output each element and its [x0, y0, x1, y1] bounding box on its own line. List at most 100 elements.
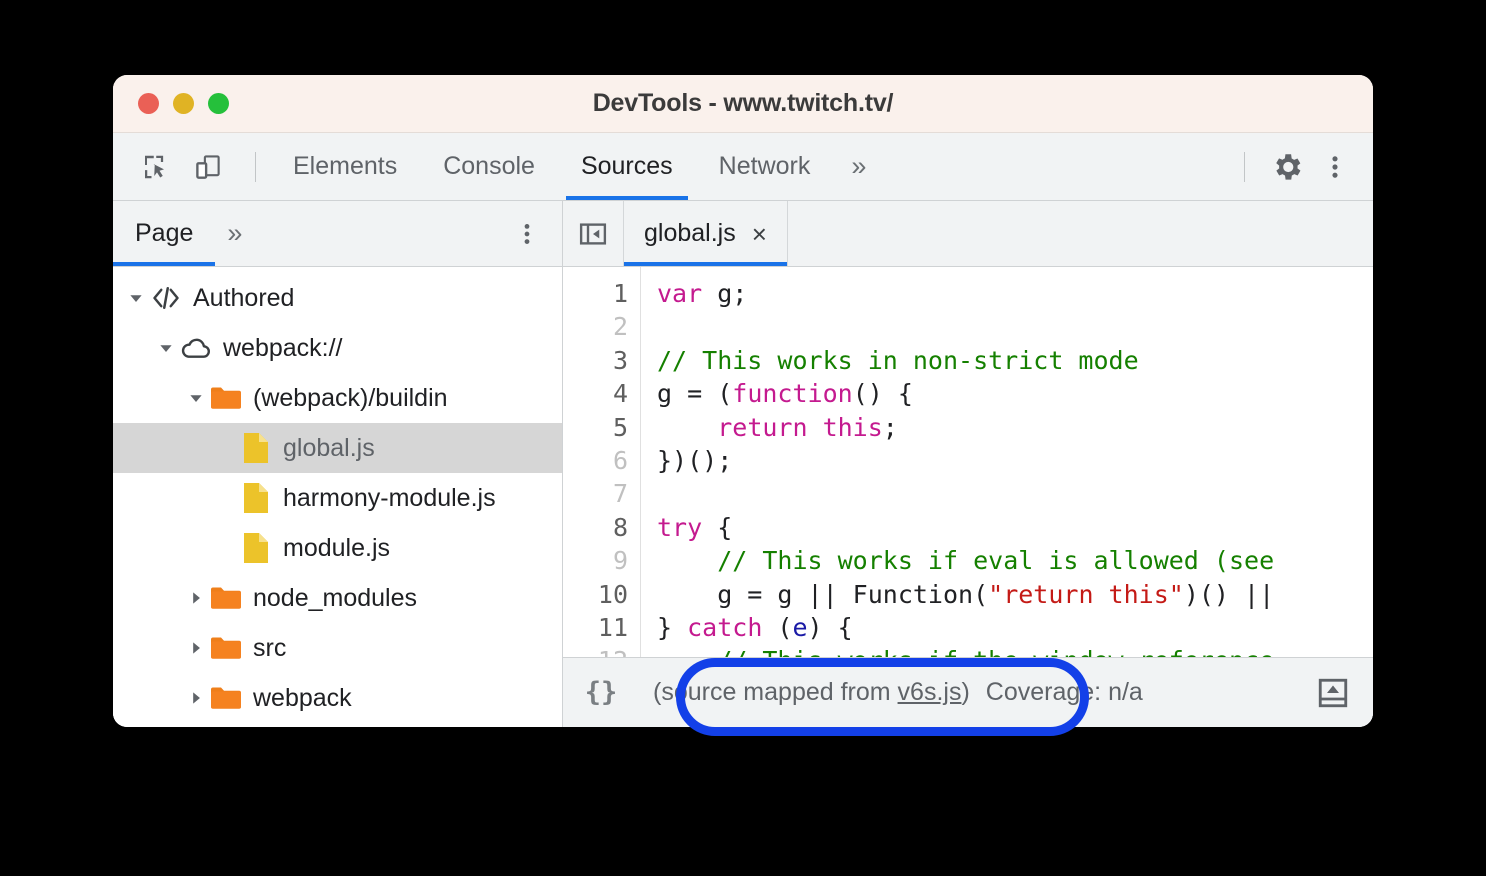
- editor-tabbar: global.js ×: [563, 201, 1373, 267]
- code-token: g = (: [657, 379, 733, 409]
- kebab-menu-icon[interactable]: [1315, 147, 1355, 187]
- tree-item-label: module.js: [283, 533, 390, 562]
- source-mapped-status: (source mapped from v6s.js): [639, 678, 970, 707]
- code-token: // This works in non-strict mode: [657, 345, 1139, 375]
- navigator-kebab-icon[interactable]: [514, 201, 540, 266]
- code-line: } catch (e) {: [657, 611, 1373, 644]
- nav-tab-page[interactable]: Page: [113, 201, 216, 266]
- chevron-right-icon[interactable]: [183, 639, 209, 657]
- tree-item-harmony-module-js[interactable]: harmony-module.js: [113, 473, 562, 523]
- code-line: // This works if eval is allowed (see: [657, 544, 1373, 577]
- line-number-gutter: 1 2 3 4 5 6 7 8 9 10 11 12: [563, 267, 641, 657]
- tree-item-node-modules[interactable]: node_modules: [113, 573, 562, 623]
- code-line: })();: [657, 444, 1373, 477]
- tree-item-label: global.js: [283, 433, 375, 462]
- pretty-print-icon[interactable]: {}: [563, 677, 639, 708]
- close-icon[interactable]: ×: [752, 221, 767, 247]
- code-token: g;: [702, 279, 748, 308]
- code-token: ) {: [807, 613, 853, 643]
- code-line: return this;: [657, 411, 1373, 444]
- chevron-right-icon[interactable]: [183, 689, 209, 707]
- cloud-icon: [179, 332, 213, 364]
- code-token: })();: [657, 446, 733, 476]
- chevron-down-icon[interactable]: [123, 289, 149, 307]
- line-number: 3: [612, 345, 628, 375]
- close-window-button[interactable]: [138, 93, 159, 114]
- code-line: try {: [657, 511, 1373, 544]
- devtools-main-toolbar: Elements Console Sources Network »: [113, 133, 1373, 201]
- tab-console[interactable]: Console: [420, 133, 558, 200]
- file-tree: Authored webpack:// (webpack)/buildin gl…: [113, 267, 562, 727]
- code-token: g = g || Function(: [657, 579, 989, 609]
- editor-status-bar: {} (source mapped from v6s.js) Coverage:…: [563, 657, 1373, 727]
- line-number: 9: [612, 546, 628, 576]
- tab-network[interactable]: Network: [696, 133, 834, 200]
- window-titlebar: DevTools - www.twitch.tv/: [113, 75, 1373, 133]
- line-number: 5: [612, 412, 628, 442]
- device-toolbar-icon[interactable]: [188, 147, 228, 187]
- tree-item-label: src: [253, 633, 287, 662]
- line-number: 1: [612, 279, 628, 308]
- panel-tab-list: Elements Console Sources Network »: [270, 133, 884, 200]
- line-number: 4: [612, 379, 628, 409]
- tree-item-src[interactable]: src: [113, 623, 562, 673]
- line-number: 11: [597, 613, 628, 643]
- tab-elements[interactable]: Elements: [270, 133, 420, 200]
- code-token: }: [657, 613, 688, 643]
- js-file-icon: [239, 432, 273, 464]
- chevron-right-icon[interactable]: [183, 589, 209, 607]
- chevron-down-icon[interactable]: [183, 389, 209, 407]
- source-mapped-prefix: (source mapped from: [653, 678, 898, 706]
- code-token: {: [702, 512, 733, 542]
- tab-sources[interactable]: Sources: [558, 133, 696, 200]
- more-panels-button[interactable]: »: [833, 133, 884, 200]
- code-token: "return this": [988, 579, 1184, 609]
- devtools-window: DevTools - www.twitch.tv/ Elements Conso…: [113, 75, 1373, 727]
- tree-item-label: webpack://: [223, 333, 343, 362]
- code-token: e: [792, 613, 808, 643]
- devtools-body: Page » Authored webpack:// (webpack)/bui…: [113, 201, 1373, 727]
- code-token: catch: [687, 613, 763, 643]
- folder-icon: [209, 385, 243, 411]
- collapse-sidebar-icon[interactable]: [563, 219, 623, 249]
- tree-item-authored[interactable]: Authored: [113, 273, 562, 323]
- navigator-tabbar: Page »: [113, 201, 562, 267]
- gear-icon[interactable]: [1267, 147, 1307, 187]
- tree-item-module-js[interactable]: module.js: [113, 523, 562, 573]
- code-token: try: [657, 512, 703, 542]
- tree-item-webpack-buildin[interactable]: (webpack)/buildin: [113, 373, 562, 423]
- folder-icon: [209, 685, 243, 711]
- tree-item-webpack[interactable]: webpack: [113, 673, 562, 723]
- chevron-down-icon[interactable]: [153, 339, 179, 357]
- show-drawer-icon[interactable]: [1315, 658, 1351, 727]
- minimize-window-button[interactable]: [173, 93, 194, 114]
- source-mapped-link[interactable]: v6s.js: [898, 678, 962, 706]
- maximize-window-button[interactable]: [208, 93, 229, 114]
- js-file-icon: [239, 482, 273, 514]
- editor-tab-global-js[interactable]: global.js ×: [623, 201, 788, 266]
- tree-item-label: (webpack)/buildin: [253, 383, 448, 412]
- line-number: 2: [612, 312, 628, 342]
- tree-item-label: harmony-module.js: [283, 483, 496, 512]
- code-token: // This works if eval is allowed (see: [717, 546, 1275, 576]
- window-title: DevTools - www.twitch.tv/: [592, 89, 894, 117]
- toolbar-right-divider: [1244, 151, 1245, 182]
- source-mapped-suffix: ): [961, 678, 970, 706]
- screenshot-root: DevTools - www.twitch.tv/ Elements Conso…: [0, 0, 1486, 876]
- source-code-text[interactable]: var g; // This works in non-strict mode g…: [641, 267, 1373, 657]
- folder-icon: [209, 585, 243, 611]
- navigator-more-tabs-button[interactable]: »: [215, 218, 254, 249]
- code-token: )() ||: [1183, 579, 1275, 609]
- toolbar-divider: [255, 151, 256, 182]
- tree-item-webpack-origin[interactable]: webpack://: [113, 323, 562, 373]
- inspect-element-icon[interactable]: [135, 147, 175, 187]
- code-editor[interactable]: 1 2 3 4 5 6 7 8 9 10 11 12 var g; // Thi…: [563, 267, 1373, 657]
- tree-item-label: webpack: [253, 683, 352, 712]
- tree-item-global-js[interactable]: global.js: [113, 423, 562, 473]
- traffic-lights: [113, 93, 229, 114]
